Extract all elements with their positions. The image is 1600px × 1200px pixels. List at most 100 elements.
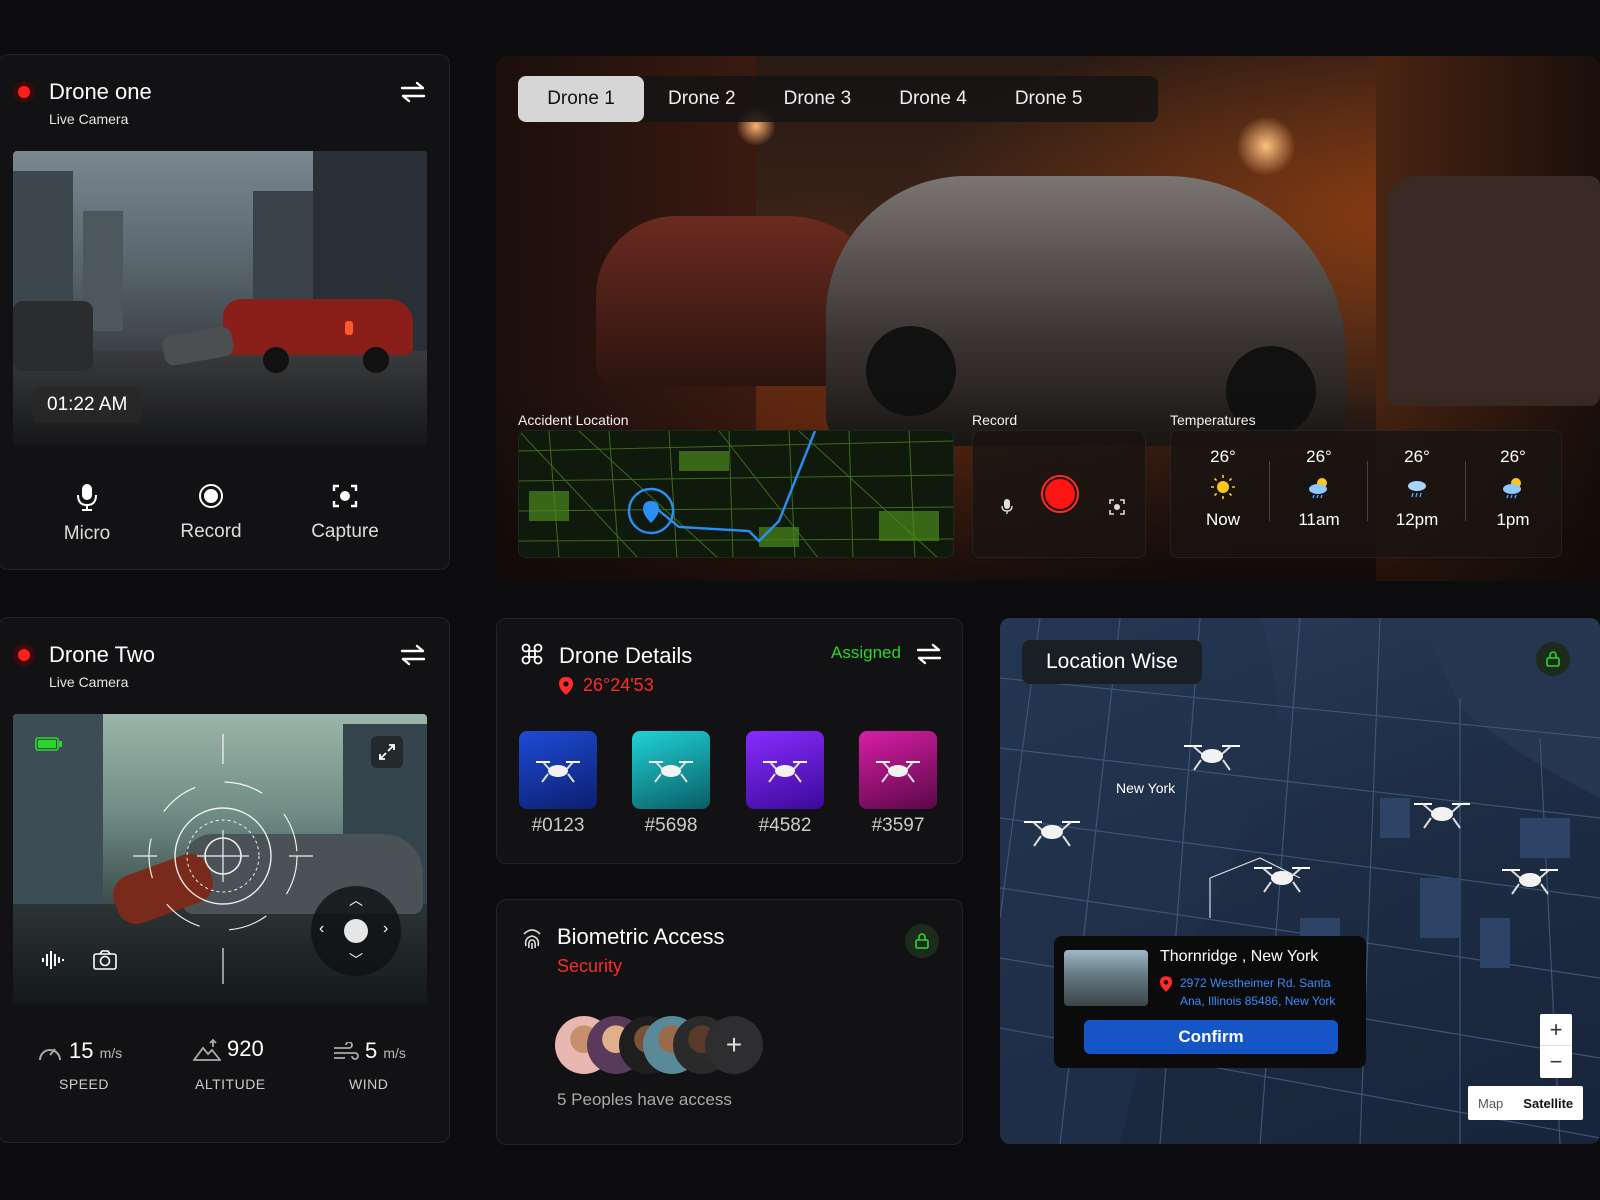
drone-tile-0123[interactable] [519,731,597,809]
confirm-button[interactable]: Confirm [1084,1020,1338,1054]
drone-id: #5698 [644,815,698,836]
drone-marker-icon[interactable] [1410,796,1474,830]
drone-one-camera-feed[interactable]: 01:22 AM [13,151,427,445]
crosshair-icon [133,734,313,984]
temp-value: 26° [1210,447,1236,466]
cloud-sun-rain-icon [1309,478,1327,499]
record-label: Record [180,521,242,542]
record-panel [972,430,1146,558]
chevron-down-icon[interactable]: ﹀ [349,950,363,970]
micro-control[interactable]: Micro [37,483,137,545]
chevron-left-icon[interactable]: ‹ [319,920,324,938]
main-drone-view: Drone 1 Drone 2 Drone 3 Drone 4 Drone 5 … [496,56,1600,581]
capture-icon[interactable] [1109,499,1125,515]
drone-id: #3597 [871,815,925,836]
altitude-number: 920 [227,1036,264,1061]
audio-wave-icon[interactable] [41,950,65,970]
speed-label: SPEED [59,1076,109,1092]
security-subtitle: Security [557,956,623,976]
live-indicator [13,81,35,103]
drone-icon [649,761,693,783]
chevron-right-icon[interactable]: › [383,920,388,938]
map-type-map[interactable]: Map [1468,1086,1513,1120]
biometric-access-card: Biometric Access Security + 5 Peoples ha… [496,899,963,1145]
capture-label: Capture [311,521,379,542]
micro-label: Micro [63,523,111,544]
drone-tile-3597[interactable] [859,731,937,809]
accident-location-map[interactable] [518,430,954,558]
record-section-label: Record [972,412,1018,428]
microphone-icon [77,484,97,511]
wind-number: 5 [365,1038,378,1063]
city-label: New York [1116,780,1176,796]
speed-unit: m/s [99,1045,123,1061]
tab-drone-2[interactable]: Drone 2 [644,76,760,122]
swap-icon[interactable] [915,643,943,665]
drone-icon [536,761,580,783]
zoom-in-button[interactable]: + [1540,1014,1572,1046]
expand-button[interactable] [371,736,403,768]
speedometer-icon [39,1048,61,1061]
temperatures-label: Temperatures [1170,412,1256,428]
accident-location-label: Accident Location [518,412,629,428]
drone-id: #0123 [531,815,585,836]
drone-tile-4582[interactable] [746,731,824,809]
cloud-sun-rain-icon [1503,478,1521,499]
location-wise-title: Location Wise [1022,640,1202,684]
temperatures-panel: 26° Now 26° 11am 26° 12pm 26° 1pm [1170,430,1562,558]
record-button[interactable] [1041,475,1079,513]
drone-details-title: Drone Details [559,643,693,668]
location-map-card[interactable]: Location Wise New York Thornridge , New … [1000,618,1600,1144]
drone-id: #4582 [758,815,812,836]
add-person-button[interactable]: + [705,1016,763,1074]
chevron-up-icon[interactable]: ︿ [349,890,363,910]
temp-item: 26° 1pm [1475,447,1551,530]
speed-value: 15 m/s [69,1038,122,1064]
battery-icon [35,737,62,751]
red-car [223,299,413,355]
tab-drone-3[interactable]: Drone 3 [760,76,876,122]
tab-drone-4[interactable]: Drone 4 [875,76,991,122]
camera-icon[interactable] [93,950,117,970]
mountain-icon [193,1038,221,1061]
lock-button[interactable] [905,924,939,958]
expand-icon [379,744,395,760]
tab-drone-1[interactable]: Drone 1 [518,76,644,122]
location-pin-icon [559,677,573,695]
altitude-value: 920 [227,1036,264,1062]
zoom-out-button[interactable]: − [1540,1046,1572,1078]
plus-icon: + [725,1029,743,1060]
capture-icon [332,484,358,508]
temp-time: 1pm [1496,510,1530,529]
capture-control[interactable]: Capture [295,483,395,543]
tab-drone-5[interactable]: Drone 5 [991,76,1107,122]
temp-time: 12pm [1395,510,1439,529]
joystick-control[interactable]: ︿ ﹀ ‹ › [311,886,401,976]
map-type-satellite[interactable]: Satellite [1513,1086,1583,1120]
record-control[interactable]: Record [161,483,261,543]
sun-icon [1211,475,1235,499]
drone-two-title: Drone Two [49,642,155,667]
temp-time: 11am [1298,510,1340,529]
map-lock-button[interactable] [1536,642,1570,676]
wind-icon [334,1042,359,1060]
cloud-rain-icon [1408,481,1426,498]
live-indicator [13,644,35,666]
swap-icon[interactable] [399,81,427,103]
location-pin-icon [643,501,659,523]
drone-marker-icon[interactable] [1498,862,1562,896]
drone-marker-icon[interactable] [1250,860,1314,894]
location-place-name: Thornridge , New York [1160,948,1319,965]
drone-two-camera-feed[interactable]: ︿ ﹀ ‹ › [13,714,427,1004]
location-info-card: Thornridge , New York 2972 Westheimer Rd… [1054,936,1366,1068]
drone-tile-5698[interactable] [632,731,710,809]
microphone-icon[interactable] [1001,499,1013,515]
fingerprint-icon [523,929,541,949]
swap-icon[interactable] [399,644,427,666]
location-pin-icon [1160,976,1172,992]
drone-marker-icon[interactable] [1180,738,1244,772]
temp-time: Now [1205,510,1240,529]
drone-marker-icon[interactable] [1020,814,1084,848]
wind-value: 5 m/s [365,1038,406,1064]
temp-item: 26° Now [1185,447,1261,530]
